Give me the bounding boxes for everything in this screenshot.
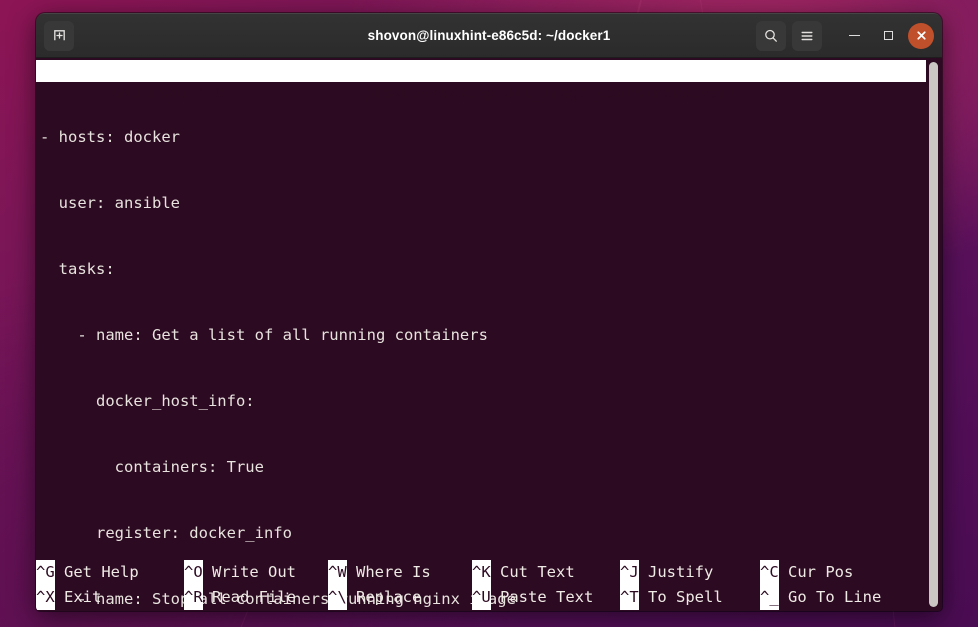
code-line: - name: Get a list of all running contai… bbox=[40, 326, 488, 344]
shortcut-justify[interactable]: ^J Justify bbox=[620, 560, 760, 585]
shortcut-key: ^\ bbox=[328, 585, 347, 610]
shortcut-key: ^O bbox=[184, 560, 203, 585]
shortcut-label: Paste Text bbox=[490, 588, 594, 606]
search-button[interactable] bbox=[756, 20, 786, 51]
shortcut-get-help[interactable]: ^G Get Help bbox=[36, 560, 184, 585]
minimize-icon bbox=[848, 34, 860, 37]
shortcut-write-out[interactable]: ^O Write Out bbox=[184, 560, 328, 585]
nano-title-bar: GNU nano 4.8 playbooks/stop_all_image_con… bbox=[36, 60, 926, 102]
shortcut-key: ^X bbox=[36, 585, 55, 610]
shortcut-row-primary: ^G Get Help ^O Write Out ^W Where Is ^K … bbox=[36, 560, 926, 585]
code-line: user: ansible bbox=[40, 194, 180, 212]
close-button[interactable] bbox=[908, 22, 934, 49]
nano-text-area[interactable]: - hosts: docker user: ansible tasks: - n… bbox=[36, 82, 942, 611]
shortcut-label: Replace bbox=[346, 588, 422, 606]
shortcut-label: Cur Pos bbox=[778, 563, 854, 581]
code-line: register: docker_info bbox=[40, 524, 292, 542]
shortcut-label: Read File bbox=[202, 588, 296, 606]
terminal-window[interactable]: shovon@linuxhint-e86c5d: ~/docker1 GNU n… bbox=[36, 13, 942, 611]
code-line: tasks: bbox=[40, 260, 115, 278]
shortcut-key: ^G bbox=[36, 560, 55, 585]
shortcut-to-spell[interactable]: ^T To Spell bbox=[620, 585, 760, 610]
shortcut-label: Where Is bbox=[346, 563, 431, 581]
window-titlebar[interactable]: shovon@linuxhint-e86c5d: ~/docker1 bbox=[36, 13, 942, 58]
menu-button[interactable] bbox=[792, 20, 822, 51]
hamburger-menu-icon bbox=[801, 31, 813, 40]
shortcut-cur-pos[interactable]: ^C Cur Pos bbox=[760, 560, 910, 585]
nano-editor-screen[interactable]: GNU nano 4.8 playbooks/stop_all_image_con… bbox=[36, 58, 942, 611]
search-icon bbox=[765, 29, 777, 42]
shortcut-paste-text[interactable]: ^U Paste Text bbox=[472, 585, 620, 610]
shortcut-row-secondary: ^X Exit ^R Read File ^\ Replace ^U Paste… bbox=[36, 585, 926, 610]
shortcut-key: ^T bbox=[620, 585, 639, 610]
new-tab-icon bbox=[53, 30, 65, 41]
shortcut-label: Write Out bbox=[202, 563, 296, 581]
shortcut-exit[interactable]: ^X Exit bbox=[36, 585, 184, 610]
code-line: containers: True bbox=[40, 458, 264, 476]
code-line: docker_host_info: bbox=[40, 392, 255, 410]
close-icon bbox=[916, 31, 926, 40]
shortcut-label: To Spell bbox=[638, 588, 723, 606]
shortcut-replace[interactable]: ^\ Replace bbox=[328, 585, 472, 610]
shortcut-key: ^U bbox=[472, 585, 491, 610]
nano-version-label: GNU nano 4.8 bbox=[112, 84, 224, 102]
maximize-button[interactable] bbox=[874, 22, 902, 50]
nano-shortcut-bar: ^G Get Help ^O Write Out ^W Where Is ^K … bbox=[36, 560, 926, 610]
new-tab-button[interactable] bbox=[44, 20, 74, 51]
shortcut-go-to-line[interactable]: ^_ Go To Line bbox=[760, 585, 910, 610]
shortcut-where-is[interactable]: ^W Where Is bbox=[328, 560, 472, 585]
shortcut-read-file[interactable]: ^R Read File bbox=[184, 585, 328, 610]
shortcut-label: Cut Text bbox=[490, 563, 575, 581]
minimize-button[interactable] bbox=[840, 22, 868, 50]
shortcut-cut-text[interactable]: ^K Cut Text bbox=[472, 560, 620, 585]
scrollbar-thumb[interactable] bbox=[929, 62, 938, 607]
shortcut-key: ^_ bbox=[760, 585, 779, 610]
shortcut-key: ^K bbox=[472, 560, 491, 585]
shortcut-label: Go To Line bbox=[778, 588, 882, 606]
shortcut-key: ^C bbox=[760, 560, 779, 585]
code-line: - hosts: docker bbox=[40, 128, 180, 146]
shortcut-key: ^R bbox=[184, 585, 203, 610]
shortcut-key: ^W bbox=[328, 560, 347, 585]
shortcut-label: Justify bbox=[638, 563, 714, 581]
shortcut-label: Exit bbox=[54, 588, 102, 606]
shortcut-label: Get Help bbox=[54, 563, 139, 581]
nano-filename: playbooks/stop_all_image_containers.yaml bbox=[363, 84, 738, 102]
window-controls bbox=[756, 20, 934, 51]
shortcut-key: ^J bbox=[620, 560, 639, 585]
terminal-scrollbar[interactable] bbox=[929, 62, 938, 607]
maximize-icon bbox=[883, 31, 893, 40]
